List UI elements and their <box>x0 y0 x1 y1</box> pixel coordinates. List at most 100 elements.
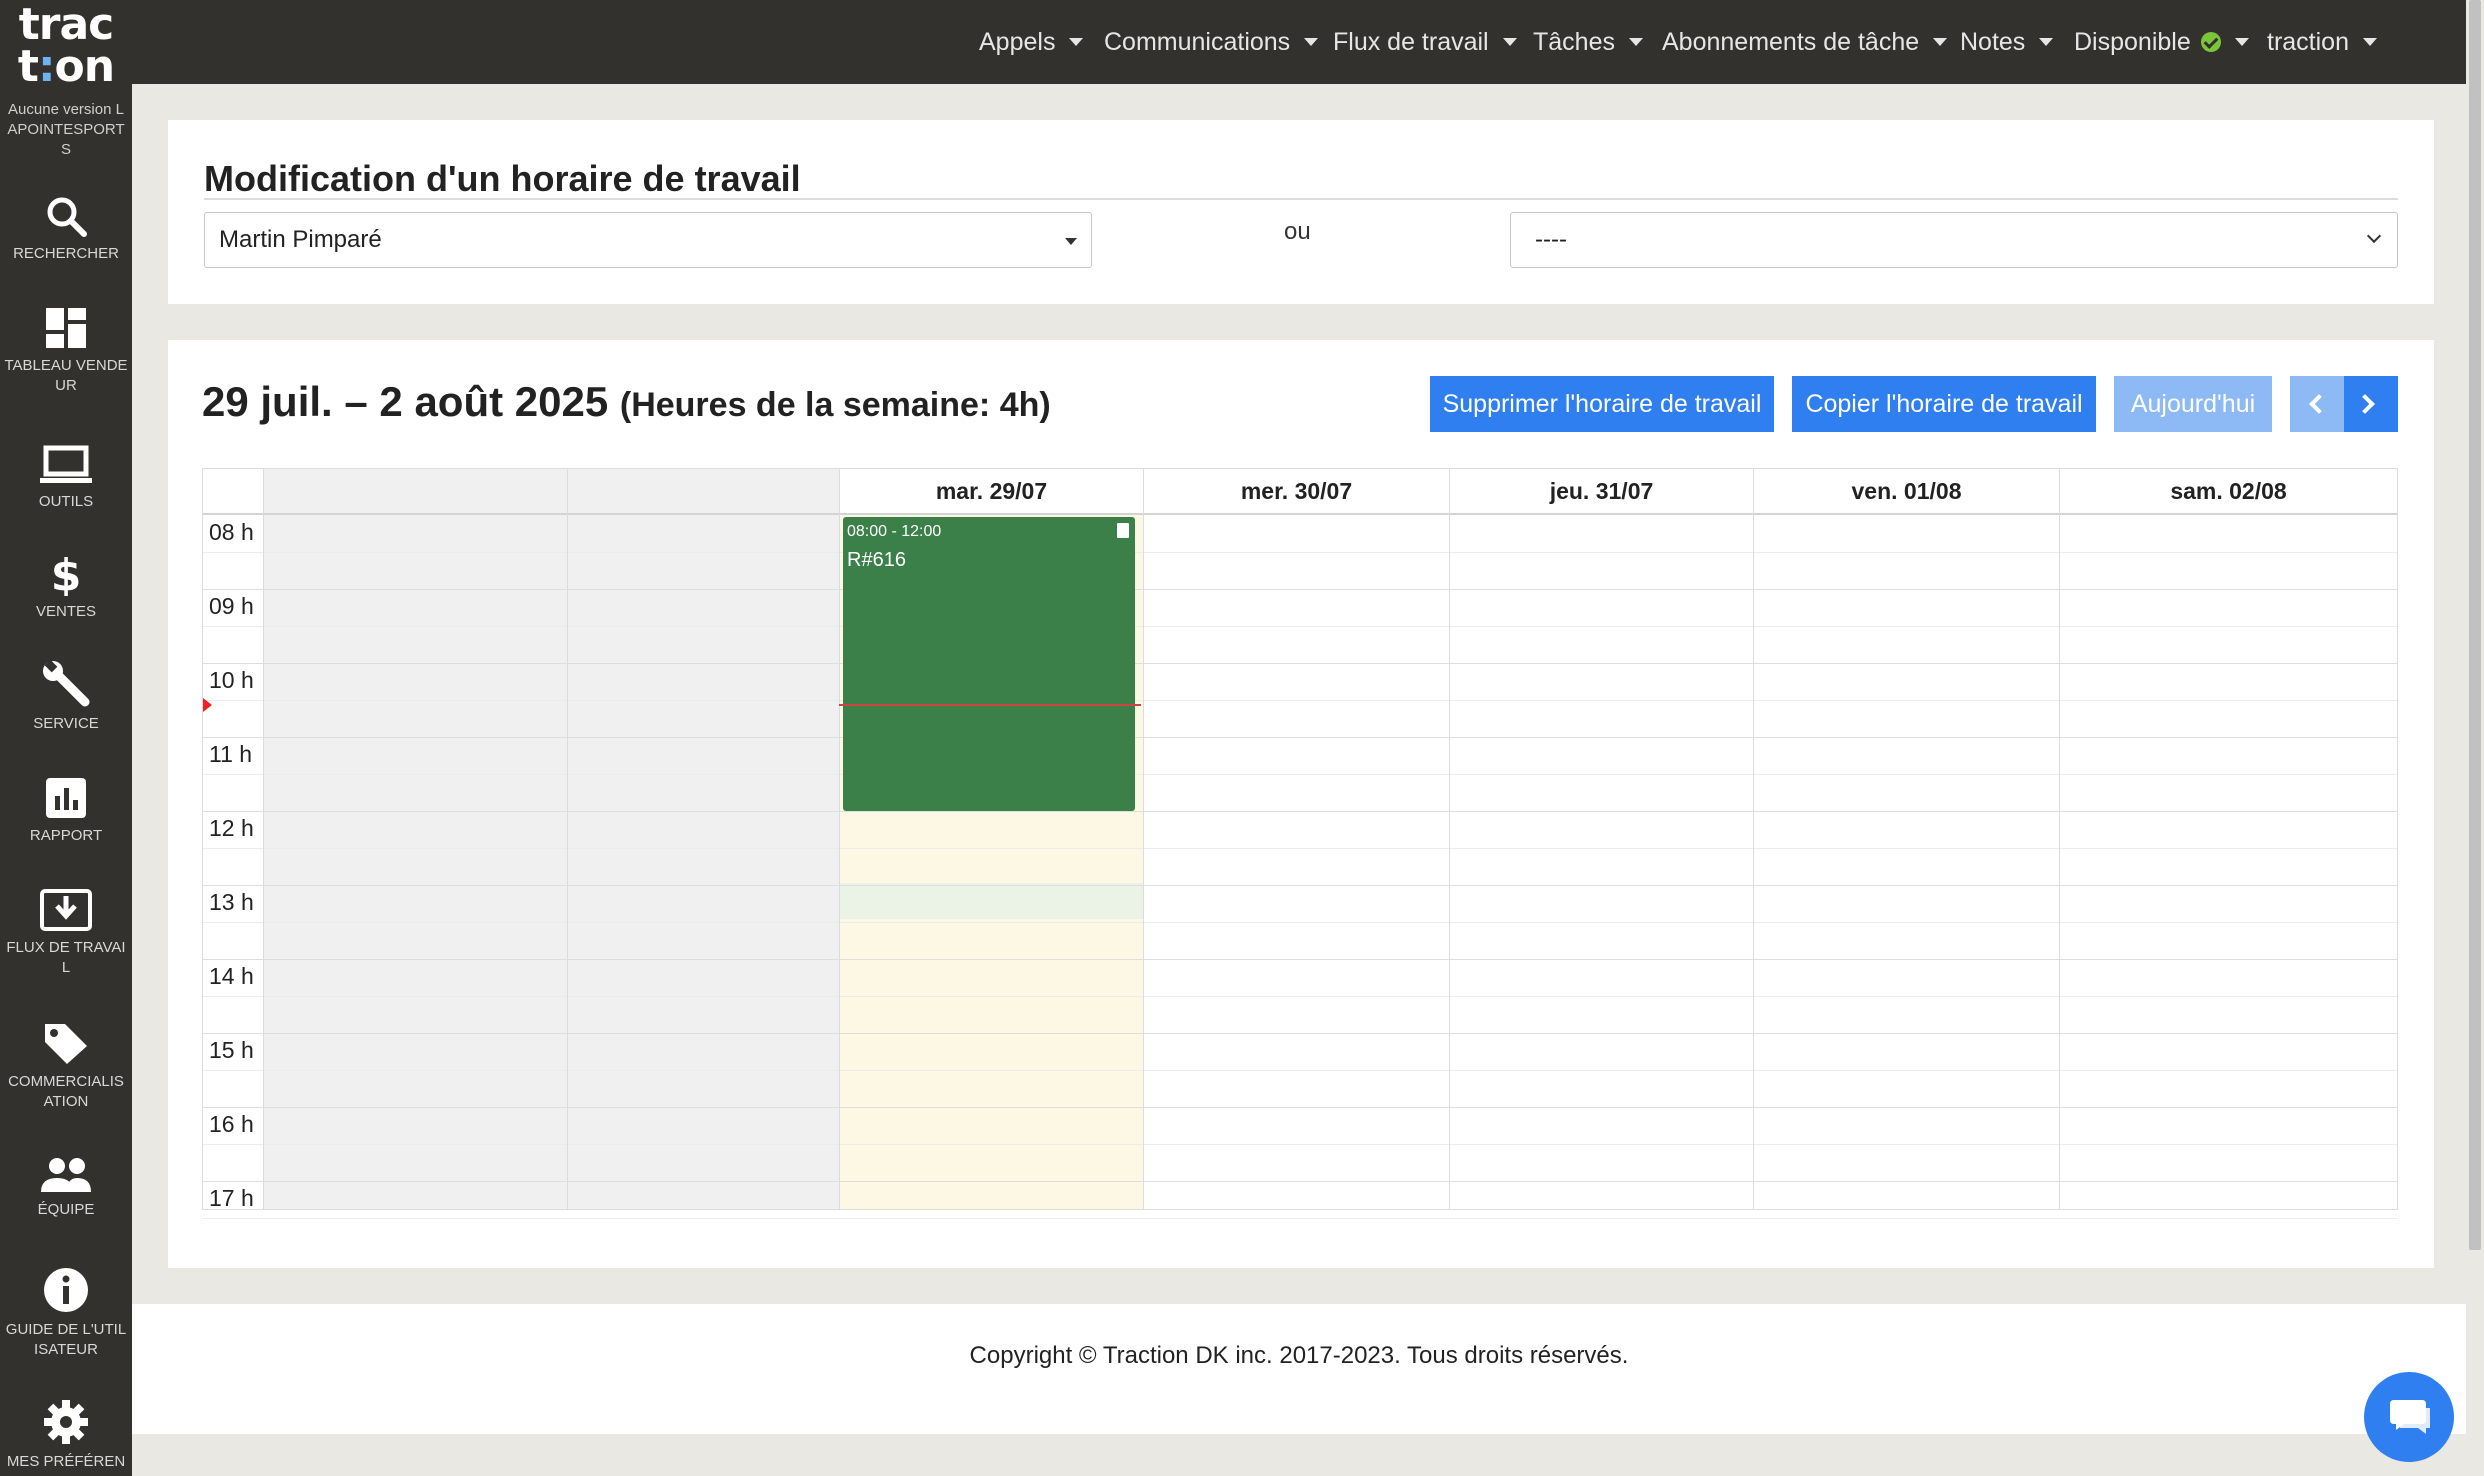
sidebar-item-team[interactable]: ÉQUIPE <box>0 1156 132 1220</box>
grid-line <box>203 959 2397 960</box>
hour-label: 16 h <box>209 1111 254 1137</box>
menu-availability[interactable]: Disponible <box>2074 0 2249 84</box>
search-icon <box>47 197 87 237</box>
grid-line <box>203 1144 2397 1145</box>
hour-label: 10 h <box>209 667 254 693</box>
traction-logo[interactable]: trac t:on <box>0 0 132 92</box>
menu-tasks[interactable]: Tâches <box>1533 0 1643 84</box>
logo-line-1: trac <box>18 0 115 50</box>
event-title: R#616 <box>847 549 906 571</box>
grid-line <box>203 737 2397 738</box>
caret-down-icon <box>1933 38 1948 46</box>
menu-task-subscriptions[interactable]: Abonnements de tâche <box>1662 0 1948 84</box>
grid-line <box>203 848 2397 849</box>
menu-communications[interactable]: Communications <box>1104 0 1319 84</box>
trash-icon[interactable] <box>1117 523 1129 538</box>
column-divider <box>263 469 264 1209</box>
chevron-left-icon <box>2309 394 2329 414</box>
sidebar-item-tools[interactable]: OUTILS <box>0 444 132 512</box>
grid-line <box>203 552 2397 553</box>
chevron-down-icon <box>2366 228 2382 244</box>
day-header <box>263 469 567 513</box>
grid-line <box>203 774 2397 775</box>
chat-button[interactable] <box>2364 1372 2454 1462</box>
day-header-thu[interactable]: jeu. 31/07 <box>1449 469 1753 513</box>
week-title: 29 juil. – 2 août 2025 (Heures de la sem… <box>202 378 1051 425</box>
caret-down-icon <box>1065 238 1077 245</box>
current-time-line <box>839 704 1141 706</box>
hour-label: 13 h <box>209 889 254 915</box>
column-divider <box>1143 469 1144 1209</box>
version-label: Aucune version LAPOINTESPORTS <box>7 101 125 158</box>
day-header-wed[interactable]: mer. 30/07 <box>1143 469 1449 513</box>
header-divider <box>203 513 2397 515</box>
unavailable-area <box>263 515 839 1209</box>
grid-line <box>203 1218 2397 1219</box>
copyright-text: Copyright © Traction DK inc. 2017-2023. … <box>969 1342 1629 1369</box>
sidebar-item-service[interactable]: SERVICE <box>0 660 132 734</box>
sidebar-item-sales[interactable]: $ VENTES <box>0 550 132 622</box>
sidebar: trac t:on Aucune version LAPOINTESPORTS … <box>0 0 132 1476</box>
current-time-arrow-icon <box>203 698 212 712</box>
grid-line <box>203 996 2397 997</box>
menu-user[interactable]: traction <box>2267 0 2377 84</box>
grid-line <box>203 589 2397 590</box>
scrollbar-thumb[interactable] <box>2469 0 2481 1250</box>
sidebar-item-user-guide[interactable]: GUIDE DE L'UTILISATEUR <box>0 1266 132 1360</box>
next-week-button[interactable] <box>2344 376 2398 432</box>
column-divider <box>2059 469 2060 1209</box>
prev-week-button[interactable] <box>2290 376 2344 432</box>
hour-label: 14 h <box>209 963 254 989</box>
break-slot <box>839 883 1143 919</box>
hour-label: 12 h <box>209 815 254 841</box>
grid-line <box>203 922 2397 923</box>
column-divider <box>839 469 840 1209</box>
people-icon <box>41 1158 91 1192</box>
grid-line <box>203 700 2397 701</box>
sidebar-item-search[interactable]: RECHERCHER <box>0 194 132 264</box>
grid-line <box>203 1181 2397 1182</box>
grid-line <box>203 885 2397 886</box>
copy-schedule-button[interactable]: Copier l'horaire de travail <box>1792 376 2096 432</box>
divider <box>204 198 2398 200</box>
bar-chart-icon <box>46 778 86 818</box>
grid-line <box>203 1033 2397 1034</box>
dashboard-icon <box>46 308 86 348</box>
employee-select[interactable]: Martin Pimparé <box>204 212 1092 268</box>
sidebar-item-report[interactable]: RAPPORT <box>0 776 132 846</box>
info-icon <box>44 1268 88 1312</box>
svg-text:$: $ <box>51 550 82 596</box>
week-hours: (Heures de la semaine: 4h) <box>619 386 1051 424</box>
calendar-card: 29 juil. – 2 août 2025 (Heures de la sem… <box>168 340 2434 1268</box>
day-header-tue[interactable]: mar. 29/07 <box>839 469 1143 513</box>
day-header-sat[interactable]: sam. 02/08 <box>2059 469 2397 513</box>
sidebar-item-marketing[interactable]: COMMERCIALISATION <box>0 1020 132 1112</box>
top-navbar: Appels Communications Flux de travail Tâ… <box>132 0 2466 84</box>
calendar-event[interactable]: 08:00 - 12:00 R#616 <box>843 517 1135 811</box>
schedule-editor-card: Modification d'un horaire de travail Mar… <box>168 120 2434 304</box>
dollar-icon: $ <box>51 550 82 596</box>
hour-label: 11 h <box>209 741 253 767</box>
caret-down-icon <box>1069 38 1084 46</box>
menu-notes[interactable]: Notes <box>1960 0 2054 84</box>
page-scrollbar[interactable] <box>2466 0 2484 1476</box>
wrench-icon <box>43 660 90 707</box>
logo-line-2: t:on <box>17 41 115 92</box>
alternate-select[interactable]: ---- <box>1510 212 2398 268</box>
caret-down-icon <box>1628 38 1643 46</box>
grid-line <box>203 811 2397 812</box>
day-header-fri[interactable]: ven. 01/08 <box>1753 469 2059 513</box>
column-divider <box>1449 469 1450 1209</box>
week-calendar-grid: mar. 29/07 mer. 30/07 jeu. 31/07 ven. 01… <box>202 468 2398 1219</box>
sidebar-item-preferences[interactable]: MES PRÉFÉRENCES <box>0 1398 132 1476</box>
hour-label: 15 h <box>209 1037 254 1063</box>
today-button[interactable]: Aujourd'hui <box>2114 376 2272 432</box>
sidebar-item-workflow[interactable]: FLUX DE TRAVAIL <box>0 888 132 978</box>
menu-workflow[interactable]: Flux de travail <box>1333 0 1517 84</box>
sidebar-item-dashboard[interactable]: TABLEAU VENDEUR <box>0 306 132 396</box>
grid-line <box>203 663 2397 664</box>
delete-schedule-button[interactable]: Supprimer l'horaire de travail <box>1430 376 1774 432</box>
menu-calls[interactable]: Appels <box>979 0 1084 84</box>
hour-label: 09 h <box>209 593 254 619</box>
chevron-right-icon <box>2355 394 2375 414</box>
